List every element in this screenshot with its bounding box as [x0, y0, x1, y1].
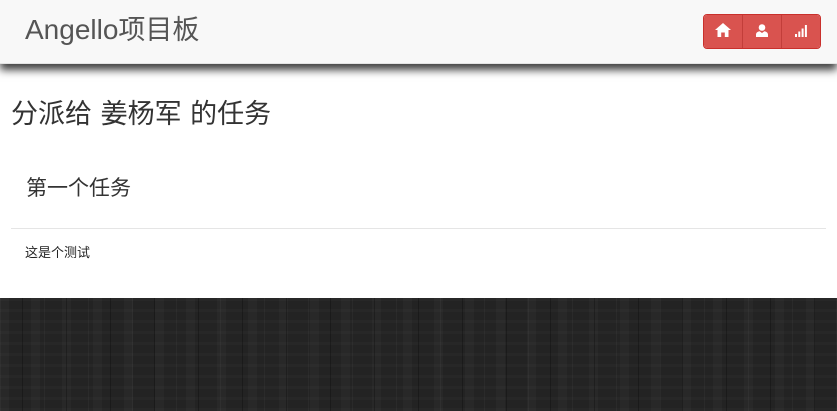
brand-logo[interactable]: Angello项目板	[25, 12, 199, 49]
navbar: Angello项目板	[0, 0, 837, 64]
main-content: 分派给 姜杨军 的任务 第一个任务 这是个测试	[0, 63, 837, 298]
divider	[11, 228, 826, 229]
task-title: 第一个任务	[26, 176, 131, 200]
home-button[interactable]	[704, 15, 743, 48]
user-icon	[756, 22, 768, 41]
nav-button-group	[703, 14, 821, 49]
brand-name: Angello	[25, 14, 119, 45]
stats-button[interactable]	[782, 15, 820, 48]
task-description: 这是个测试	[25, 246, 91, 261]
signal-icon	[795, 22, 807, 41]
brand-subtitle: 项目板	[118, 15, 200, 46]
home-icon	[715, 22, 731, 41]
user-button[interactable]	[743, 15, 782, 48]
page-title: 分派给 姜杨军 的任务	[11, 99, 272, 130]
